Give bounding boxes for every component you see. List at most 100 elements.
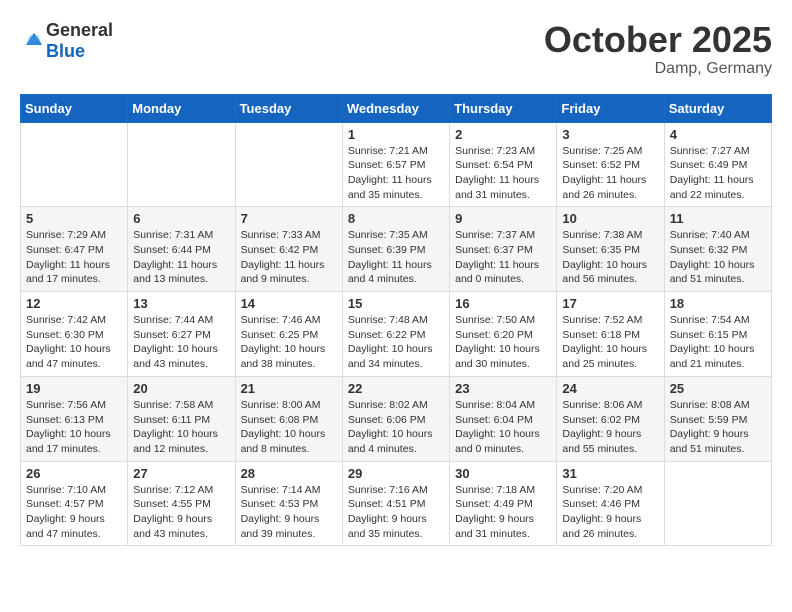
day-cell-13: 13Sunrise: 7:44 AM Sunset: 6:27 PM Dayli… [128,292,235,377]
day-info-6: Sunrise: 7:31 AM Sunset: 6:44 PM Dayligh… [133,228,229,287]
day-number-7: 7 [241,211,337,226]
weekday-header-monday: Monday [128,94,235,122]
empty-cell [21,122,128,207]
day-cell-14: 14Sunrise: 7:46 AM Sunset: 6:25 PM Dayli… [235,292,342,377]
weekday-header-saturday: Saturday [664,94,771,122]
day-info-5: Sunrise: 7:29 AM Sunset: 6:47 PM Dayligh… [26,228,122,287]
day-cell-4: 4 Sunrise: 7:27 AM Sunset: 6:49 PM Daylig… [664,122,771,207]
day-info-16: Sunrise: 7:50 AM Sunset: 6:20 PM Dayligh… [455,313,551,372]
day-number-1: 1 [348,127,444,142]
day-number-19: 19 [26,381,122,396]
day-cell-28: 28 Sunrise: 7:14 AM Sunset: 4:53 PM Dayli… [235,461,342,546]
day-info-20: Sunrise: 7:58 AM Sunset: 6:11 PM Dayligh… [133,398,229,457]
title-block: October 2025 Damp, Germany [544,20,772,78]
day-info-2: Sunrise: 7:23 AM Sunset: 6:54 PM Dayligh… [455,144,551,203]
day-cell-1: 1Sunrise: 7:21 AM Sunset: 6:57 PM Daylig… [342,122,449,207]
calendar-table: SundayMondayTuesdayWednesdayThursdayFrid… [20,94,772,547]
weekday-header-thursday: Thursday [450,94,557,122]
day-cell-17: 17 Sunrise: 7:52 AM Sunset: 6:18 PM Dayli… [557,292,664,377]
day-number-6: 6 [133,211,229,226]
day-cell-11: 11 Sunrise: 7:40 AM Sunset: 6:32 PM Dayli… [664,207,771,292]
day-info-15: Sunrise: 7:48 AM Sunset: 6:22 PM Dayligh… [348,313,444,372]
day-number-25: 25 [670,381,766,396]
day-number-20: 20 [133,381,229,396]
day-cell-8: 8Sunrise: 7:35 AM Sunset: 6:39 PM Daylig… [342,207,449,292]
day-info-7: Sunrise: 7:33 AM Sunset: 6:42 PM Dayligh… [241,228,337,287]
day-info-8: Sunrise: 7:35 AM Sunset: 6:39 PM Dayligh… [348,228,444,287]
page-header: General Blue October 2025 Damp, Germany [20,20,772,78]
day-number-31: 31 [562,466,658,481]
day-info-23: Sunrise: 8:04 AM Sunset: 6:04 PM Dayligh… [455,398,551,457]
day-info-10: Sunrise: 7:38 AM Sunset: 6:35 PM Dayligh… [562,228,658,287]
day-info-19: Sunrise: 7:56 AM Sunset: 6:13 PM Dayligh… [26,398,122,457]
weekday-header-row: SundayMondayTuesdayWednesdayThursdayFrid… [21,94,772,122]
logo-text-general: General [46,20,113,40]
weekday-header-tuesday: Tuesday [235,94,342,122]
day-number-22: 22 [348,381,444,396]
day-cell-10: 10Sunrise: 7:38 AM Sunset: 6:35 PM Dayli… [557,207,664,292]
day-cell-19: 19 Sunrise: 7:56 AM Sunset: 6:13 PM Dayli… [21,376,128,461]
empty-cell [664,461,771,546]
day-cell-7: 7 Sunrise: 7:33 AM Sunset: 6:42 PM Daylig… [235,207,342,292]
day-number-3: 3 [562,127,658,142]
day-number-27: 27 [133,466,229,481]
empty-cell [235,122,342,207]
weekday-header-sunday: Sunday [21,94,128,122]
day-info-28: Sunrise: 7:14 AM Sunset: 4:53 PM Dayligh… [241,483,337,542]
day-info-9: Sunrise: 7:37 AM Sunset: 6:37 PM Dayligh… [455,228,551,287]
day-number-28: 28 [241,466,337,481]
day-number-12: 12 [26,296,122,311]
day-cell-2: 2 Sunrise: 7:23 AM Sunset: 6:54 PM Daylig… [450,122,557,207]
day-cell-20: 20 Sunrise: 7:58 AM Sunset: 6:11 PM Dayli… [128,376,235,461]
day-cell-6: 6 Sunrise: 7:31 AM Sunset: 6:44 PM Daylig… [128,207,235,292]
day-number-2: 2 [455,127,551,142]
day-info-11: Sunrise: 7:40 AM Sunset: 6:32 PM Dayligh… [670,228,766,287]
day-info-27: Sunrise: 7:12 AM Sunset: 4:55 PM Dayligh… [133,483,229,542]
day-info-18: Sunrise: 7:54 AM Sunset: 6:15 PM Dayligh… [670,313,766,372]
day-info-12: Sunrise: 7:42 AM Sunset: 6:30 PM Dayligh… [26,313,122,372]
day-cell-27: 27 Sunrise: 7:12 AM Sunset: 4:55 PM Dayli… [128,461,235,546]
day-info-26: Sunrise: 7:10 AM Sunset: 4:57 PM Dayligh… [26,483,122,542]
day-number-13: 13 [133,296,229,311]
day-number-4: 4 [670,127,766,142]
day-number-17: 17 [562,296,658,311]
day-info-22: Sunrise: 8:02 AM Sunset: 6:06 PM Dayligh… [348,398,444,457]
day-number-15: 15 [348,296,444,311]
location: Damp, Germany [544,60,772,78]
day-info-4: Sunrise: 7:27 AM Sunset: 6:49 PM Dayligh… [670,144,766,203]
day-cell-21: 21 Sunrise: 8:00 AM Sunset: 6:08 PM Dayli… [235,376,342,461]
day-info-3: Sunrise: 7:25 AM Sunset: 6:52 PM Dayligh… [562,144,658,203]
day-number-9: 9 [455,211,551,226]
day-number-5: 5 [26,211,122,226]
day-cell-24: 24 Sunrise: 8:06 AM Sunset: 6:02 PM Dayli… [557,376,664,461]
day-cell-29: 29Sunrise: 7:16 AM Sunset: 4:51 PM Dayli… [342,461,449,546]
day-number-26: 26 [26,466,122,481]
empty-cell [128,122,235,207]
day-number-24: 24 [562,381,658,396]
month-title: October 2025 [544,20,772,60]
day-cell-16: 16 Sunrise: 7:50 AM Sunset: 6:20 PM Dayli… [450,292,557,377]
logo-icon [22,29,46,53]
logo-text-blue: Blue [46,41,85,61]
week-row-2: 5 Sunrise: 7:29 AM Sunset: 6:47 PM Daylig… [21,207,772,292]
day-cell-23: 23 Sunrise: 8:04 AM Sunset: 6:04 PM Dayli… [450,376,557,461]
day-number-23: 23 [455,381,551,396]
day-cell-22: 22 Sunrise: 8:02 AM Sunset: 6:06 PM Dayli… [342,376,449,461]
weekday-header-wednesday: Wednesday [342,94,449,122]
day-number-30: 30 [455,466,551,481]
weekday-header-friday: Friday [557,94,664,122]
day-info-29: Sunrise: 7:16 AM Sunset: 4:51 PM Dayligh… [348,483,444,542]
day-cell-26: 26 Sunrise: 7:10 AM Sunset: 4:57 PM Dayli… [21,461,128,546]
day-cell-9: 9 Sunrise: 7:37 AM Sunset: 6:37 PM Daylig… [450,207,557,292]
day-number-16: 16 [455,296,551,311]
day-info-17: Sunrise: 7:52 AM Sunset: 6:18 PM Dayligh… [562,313,658,372]
day-cell-18: 18Sunrise: 7:54 AM Sunset: 6:15 PM Dayli… [664,292,771,377]
week-row-3: 12 Sunrise: 7:42 AM Sunset: 6:30 PM Dayli… [21,292,772,377]
day-cell-31: 31Sunrise: 7:20 AM Sunset: 4:46 PM Dayli… [557,461,664,546]
day-number-14: 14 [241,296,337,311]
day-cell-15: 15 Sunrise: 7:48 AM Sunset: 6:22 PM Dayli… [342,292,449,377]
day-info-24: Sunrise: 8:06 AM Sunset: 6:02 PM Dayligh… [562,398,658,457]
day-number-21: 21 [241,381,337,396]
day-number-11: 11 [670,211,766,226]
day-info-21: Sunrise: 8:00 AM Sunset: 6:08 PM Dayligh… [241,398,337,457]
